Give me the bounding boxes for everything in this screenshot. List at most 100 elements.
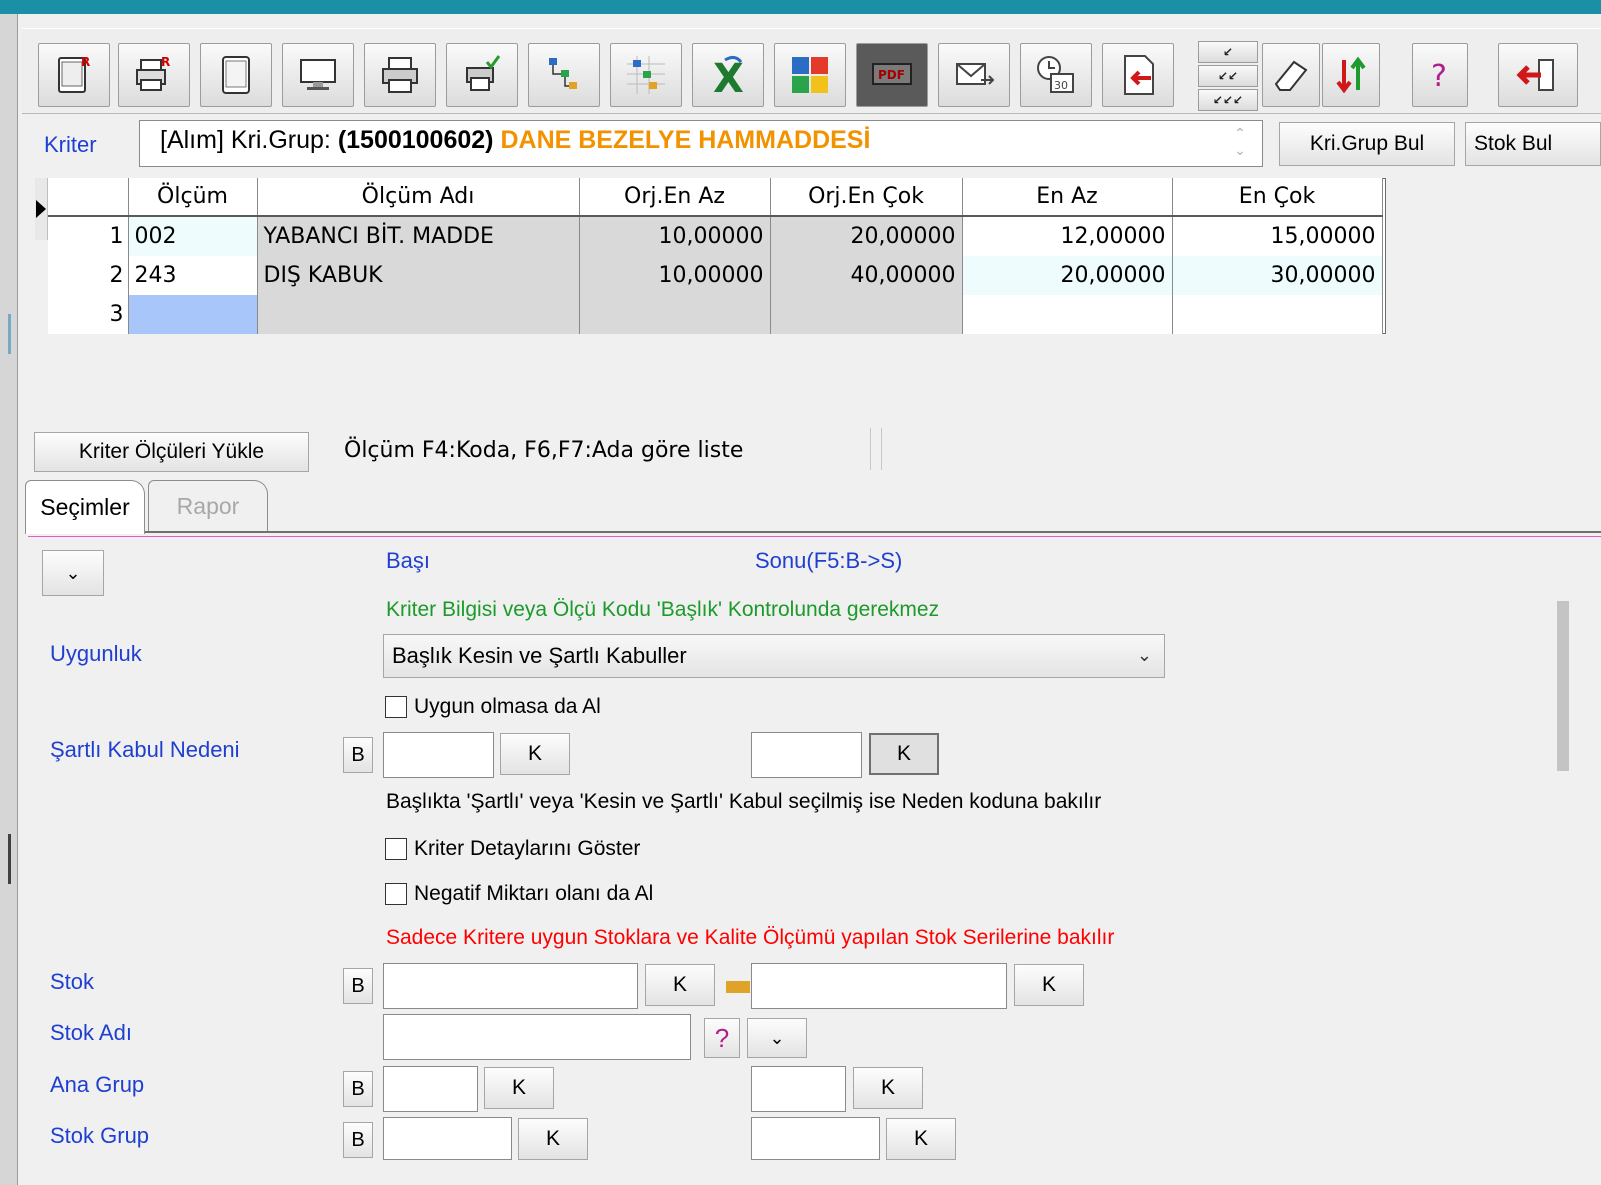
status-separator bbox=[870, 428, 882, 470]
ana-grup-sonu-input[interactable] bbox=[751, 1066, 846, 1112]
tree-icon[interactable] bbox=[528, 43, 600, 107]
stok-sonu-k-button[interactable]: K bbox=[1014, 964, 1084, 1006]
svg-text:PDF: PDF bbox=[878, 68, 905, 82]
stok-adi-input[interactable] bbox=[383, 1014, 691, 1060]
negatif-miktar-label: Negatif Miktarı olanı da Al bbox=[414, 882, 654, 905]
cell-en-cok[interactable]: 15,00000 bbox=[1172, 216, 1383, 256]
import-icon[interactable] bbox=[1102, 43, 1174, 107]
ana-grup-sonu-k-button[interactable]: K bbox=[853, 1067, 923, 1109]
uygun-olmasa-checkbox[interactable] bbox=[385, 696, 407, 718]
puzzle-icon[interactable] bbox=[774, 43, 846, 107]
exit-icon[interactable] bbox=[1498, 43, 1578, 107]
cell-olcum[interactable]: 243 bbox=[128, 256, 258, 295]
stok-grup-label: Stok Grup bbox=[50, 1123, 150, 1148]
kriter-prefix: [Alım] Kri.Grup: bbox=[160, 126, 338, 154]
svg-text:R: R bbox=[81, 55, 90, 69]
stok-grup-b-button[interactable]: B bbox=[343, 1122, 373, 1158]
basi-header: Başı bbox=[386, 548, 431, 573]
cell-en-az[interactable]: 12,00000 bbox=[962, 216, 1173, 256]
cell-orj-en-az: 10,00000 bbox=[579, 256, 771, 295]
tab-secimler[interactable]: Seçimler bbox=[25, 480, 145, 534]
help-icon[interactable]: ? bbox=[1412, 43, 1468, 107]
collapse-chevron-icon[interactable]: ⌄ bbox=[42, 550, 104, 596]
kriter-name: DANE BEZELYE HAMMADDESİ bbox=[500, 126, 871, 154]
printer-icon[interactable] bbox=[364, 43, 436, 107]
green-note: Kriter Bilgisi veya Ölçü Kodu 'Başlık' K… bbox=[386, 598, 940, 621]
stok-b-button[interactable]: B bbox=[343, 968, 373, 1004]
stok-adi-help-icon[interactable]: ? bbox=[704, 1018, 740, 1058]
tab-underline bbox=[25, 531, 1601, 533]
cell-en-az[interactable]: 20,00000 bbox=[962, 256, 1173, 295]
kriter-spin-icon[interactable]: ⌃ ⌄ bbox=[1228, 125, 1252, 163]
mail-icon[interactable] bbox=[938, 43, 1010, 107]
table-row[interactable]: 3 bbox=[48, 295, 1383, 334]
grid-hint: Ölçüm F4:Koda, F6,F7:Ada göre liste bbox=[344, 438, 744, 463]
cell-en-cok[interactable]: 30,00000 bbox=[1172, 256, 1383, 295]
table-row[interactable]: 2 243 DIŞ KABUK 10,00000 40,00000 20,000… bbox=[48, 256, 1383, 295]
stok-basi-input[interactable] bbox=[383, 963, 638, 1009]
svg-text:30: 30 bbox=[1054, 79, 1068, 92]
stok-grup-basi-k-button[interactable]: K bbox=[518, 1118, 588, 1160]
level-3-button[interactable]: ↙↙↙ bbox=[1198, 89, 1258, 111]
pdf-icon[interactable]: PDF bbox=[856, 43, 928, 107]
header-olcum[interactable]: Ölçüm bbox=[128, 178, 258, 217]
cell-olcum[interactable]: 002 bbox=[128, 216, 258, 256]
sort-icon[interactable] bbox=[1322, 43, 1380, 107]
sartli-sonu-input[interactable] bbox=[751, 732, 862, 778]
excel-icon[interactable]: X bbox=[692, 43, 764, 107]
red-note: Sadece Kritere uygun Stoklara ve Kalite … bbox=[386, 926, 1115, 949]
kriter-label: Kriter bbox=[44, 132, 97, 157]
uygunluk-select[interactable]: Başlık Kesin ve Şartlı Kabuller ⌄ bbox=[383, 634, 1165, 678]
stok-sonu-input[interactable] bbox=[751, 963, 1007, 1009]
ana-grup-basi-input[interactable] bbox=[383, 1066, 478, 1112]
scrollbar-thumb[interactable] bbox=[1557, 601, 1569, 771]
stok-grup-sonu-input[interactable] bbox=[751, 1117, 880, 1160]
header-en-az[interactable]: En Az bbox=[962, 178, 1173, 217]
stok-grup-sonu-k-button[interactable]: K bbox=[886, 1118, 956, 1160]
stok-basi-k-button[interactable]: K bbox=[645, 964, 715, 1006]
svg-text:?: ? bbox=[1431, 59, 1447, 94]
kriter-detay-checkbox[interactable] bbox=[385, 838, 407, 860]
ana-grup-label: Ana Grup bbox=[50, 1072, 145, 1097]
panel-scrollbar[interactable] bbox=[1556, 543, 1570, 1160]
level-1-button[interactable]: ↙ bbox=[1198, 41, 1258, 63]
header-en-cok[interactable]: En Çok bbox=[1172, 178, 1383, 217]
printer-check-icon[interactable] bbox=[446, 43, 518, 107]
level-2-button[interactable]: ↙↙ bbox=[1198, 65, 1258, 87]
tab-rapor[interactable]: Rapor bbox=[148, 480, 268, 532]
sartli-basi-k-button[interactable]: K bbox=[500, 733, 570, 775]
tablet-report-icon[interactable]: R bbox=[38, 43, 110, 107]
negatif-miktar-checkbox[interactable] bbox=[385, 883, 407, 905]
stok-bul-button[interactable]: Stok Bul bbox=[1465, 122, 1601, 166]
ana-grup-b-button[interactable]: B bbox=[343, 1071, 373, 1107]
cell-olcum[interactable] bbox=[128, 295, 258, 334]
header-orj-en-cok[interactable]: Orj.En Çok bbox=[770, 178, 963, 217]
uygunluk-value: Başlık Kesin ve Şartlı Kabuller bbox=[392, 643, 687, 668]
sartli-sonu-k-button[interactable]: K bbox=[869, 733, 939, 775]
header-olcum-adi[interactable]: Ölçüm Adı bbox=[257, 178, 580, 217]
stok-grup-basi-input[interactable] bbox=[383, 1117, 512, 1160]
tablet-icon[interactable] bbox=[200, 43, 272, 107]
window-top-border bbox=[0, 0, 1601, 14]
monitor-icon[interactable] bbox=[282, 43, 354, 107]
calendar-clock-icon[interactable]: 30 bbox=[1020, 43, 1092, 107]
tree-grid-icon[interactable] bbox=[610, 43, 682, 107]
header-orj-en-az[interactable]: Orj.En Az bbox=[579, 178, 771, 217]
kriter-code: (1500100602) bbox=[337, 126, 494, 154]
stok-adi-chevron-icon[interactable]: ⌄ bbox=[747, 1018, 807, 1058]
cell-olcum-adi: YABANCI BİT. MADDE bbox=[257, 216, 580, 256]
cell-en-az[interactable] bbox=[962, 295, 1173, 334]
printer-report-icon[interactable]: R bbox=[118, 43, 190, 107]
toolbar: R R X PDF 30 ↙ ↙↙ ↙↙↙ ? bbox=[22, 28, 1601, 114]
sartli-b-button[interactable]: B bbox=[343, 737, 373, 773]
cell-orj-en-az: 10,00000 bbox=[579, 216, 771, 256]
sartli-basi-input[interactable] bbox=[383, 732, 494, 778]
eraser-icon[interactable] bbox=[1262, 43, 1320, 107]
table-row[interactable]: 1 002 YABANCI BİT. MADDE 10,00000 20,000… bbox=[48, 216, 1383, 256]
ana-grup-basi-k-button[interactable]: K bbox=[484, 1067, 554, 1109]
cell-olcum-adi: DIŞ KABUK bbox=[257, 256, 580, 295]
kri-grup-bul-button[interactable]: Kri.Grup Bul bbox=[1279, 122, 1455, 166]
kriter-olculeri-yukle-button[interactable]: Kriter Ölçüleri Yükle bbox=[34, 432, 309, 472]
cell-en-cok[interactable] bbox=[1172, 295, 1383, 334]
stok-label: Stok bbox=[50, 969, 95, 994]
